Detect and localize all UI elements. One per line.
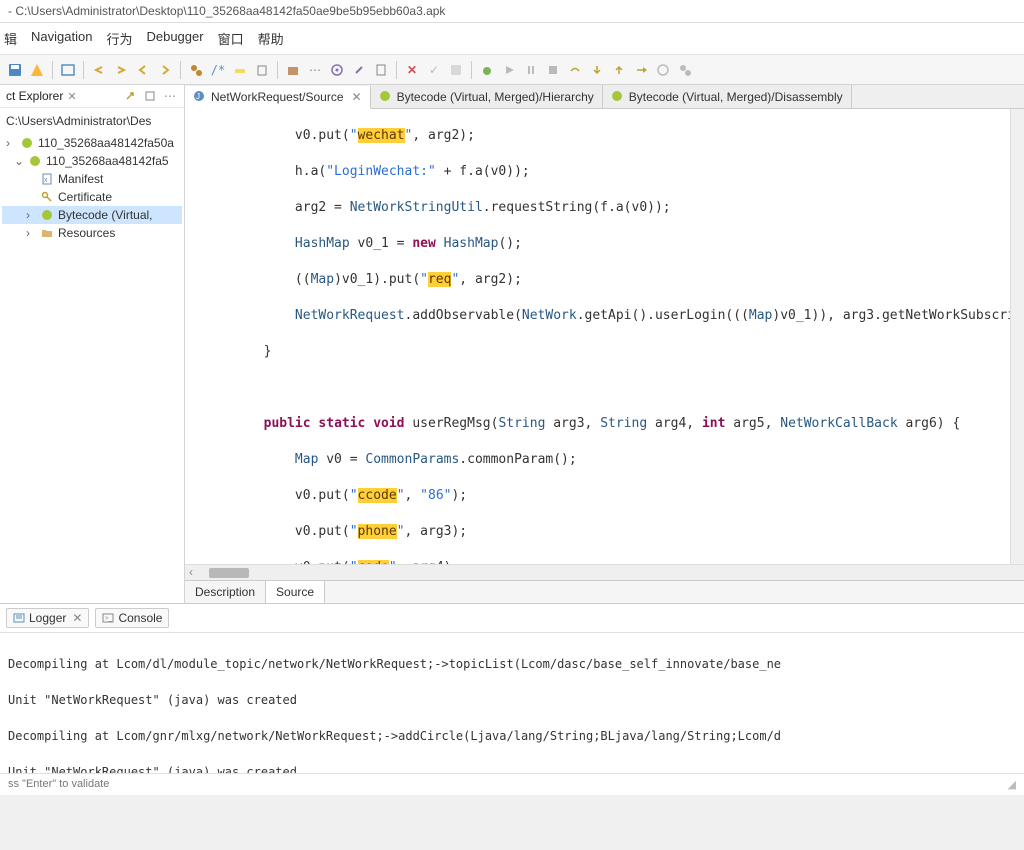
comment-icon[interactable]: /* (209, 61, 227, 79)
scroll-thumb[interactable] (209, 568, 249, 578)
resize-handle-icon[interactable]: ◢ (1008, 778, 1016, 791)
menu-debugger[interactable]: Debugger (146, 29, 203, 48)
chevron-down-icon[interactable]: ⌄ (14, 154, 24, 168)
tree-node-resources[interactable]: › Resources (2, 224, 182, 242)
svg-text:x: x (44, 177, 48, 184)
manifest-icon: x (40, 172, 54, 186)
play-icon[interactable] (500, 61, 518, 79)
pause-icon[interactable] (522, 61, 540, 79)
menu-edit[interactable]: 辑 (4, 29, 17, 48)
menu-window[interactable]: 窗口 (218, 29, 244, 48)
project-tree: › 110_35268aa48142fa50a ⌄ 110_35268aa481… (0, 132, 184, 244)
svg-text:>_: >_ (105, 616, 113, 622)
android-icon (40, 208, 54, 222)
menu-icon[interactable]: ⋯ (162, 88, 178, 104)
android-icon (28, 154, 42, 168)
bug-icon[interactable] (478, 61, 496, 79)
breakpoints-icon[interactable] (676, 61, 694, 79)
project-explorer: ct Explorer ✕ ⋯ C:\Users\Administrator\D… (0, 85, 185, 603)
console-icon: >_ (102, 612, 114, 624)
highlight-icon[interactable] (231, 61, 249, 79)
editor-tabs: J NetWorkRequest/Source ✕ Bytecode (Virt… (185, 85, 1024, 109)
tab-source[interactable]: J NetWorkRequest/Source ✕ (185, 86, 371, 109)
bottom-tabs: Description Source (185, 580, 1024, 603)
console-tab[interactable]: >_ Console (95, 608, 169, 628)
dots-icon[interactable]: ⋯ (306, 61, 324, 79)
menu-help[interactable]: 帮助 (258, 29, 284, 48)
project-path: C:\Users\Administrator\Des (0, 108, 184, 132)
android-icon (379, 90, 393, 104)
logger-tab[interactable]: Logger ✕ (6, 608, 89, 628)
redo-icon[interactable] (112, 61, 130, 79)
close-icon[interactable]: ✕ (67, 90, 76, 103)
key-icon (40, 190, 54, 204)
menu-behavior[interactable]: 行为 (106, 29, 132, 48)
tab-description[interactable]: Description (185, 581, 266, 603)
blank-icon[interactable] (447, 61, 465, 79)
step-over-icon[interactable] (566, 61, 584, 79)
log-icon (13, 612, 25, 624)
toolbar: /* ⋯ ✕ ✓ (0, 55, 1024, 85)
tree-node-certificate[interactable]: Certificate (2, 188, 182, 206)
stop-icon[interactable] (544, 61, 562, 79)
close-icon[interactable]: ✕ (352, 90, 362, 104)
check-icon[interactable]: ✓ (425, 61, 443, 79)
editor-area: J NetWorkRequest/Source ✕ Bytecode (Virt… (185, 85, 1024, 603)
source-code[interactable]: v0.put("wechat", arg2); h.a("LoginWechat… (185, 109, 1010, 564)
chevron-right-icon[interactable]: › (26, 208, 36, 222)
tab-source-bottom[interactable]: Source (266, 581, 325, 603)
overview-ruler[interactable] (1010, 109, 1024, 564)
warning-icon[interactable] (28, 61, 46, 79)
tab-hierarchy[interactable]: Bytecode (Virtual, Merged)/Hierarchy (371, 85, 603, 108)
undo-icon[interactable] (90, 61, 108, 79)
menu-navigation[interactable]: Navigation (31, 29, 92, 48)
chevron-right-icon[interactable]: › (26, 226, 36, 240)
tree-node-apk-root[interactable]: › 110_35268aa48142fa50a (2, 134, 182, 152)
window-icon[interactable] (59, 61, 77, 79)
cancel-icon[interactable]: ✕ (403, 61, 421, 79)
svg-text:J: J (196, 92, 200, 101)
java-icon: J (193, 90, 207, 104)
package-icon[interactable] (284, 61, 302, 79)
folder-icon (40, 226, 54, 240)
tree-node-bytecode[interactable]: › Bytecode (Virtual, (2, 206, 182, 224)
save-icon[interactable] (6, 61, 24, 79)
tree-node-apk[interactable]: ⌄ 110_35268aa48142fa5 (2, 152, 182, 170)
tree-node-manifest[interactable]: x Manifest (2, 170, 182, 188)
back-icon[interactable] (134, 61, 152, 79)
link-icon[interactable] (350, 61, 368, 79)
forward-icon[interactable] (156, 61, 174, 79)
target-icon[interactable] (328, 61, 346, 79)
menu-bar: 辑 Navigation 行为 Debugger 窗口 帮助 (0, 23, 1024, 55)
horizontal-scrollbar[interactable]: ‹ (185, 564, 1024, 580)
gears-icon[interactable] (187, 61, 205, 79)
explorer-title: ct Explorer (6, 89, 63, 103)
breakpoint-icon[interactable] (654, 61, 672, 79)
android-icon (611, 90, 625, 104)
status-bar: ss "Enter" to validate ◢ (0, 773, 1024, 795)
clip-icon[interactable] (372, 61, 390, 79)
logger-output[interactable]: Decompiling at Lcom/dl/module_topic/netw… (0, 633, 1024, 773)
filter-icon[interactable] (142, 88, 158, 104)
window-title: - C:\Users\Administrator\Desktop\110_352… (0, 0, 1024, 23)
tab-disassembly[interactable]: Bytecode (Virtual, Merged)/Disassembly (603, 85, 852, 108)
run-to-icon[interactable] (632, 61, 650, 79)
step-into-icon[interactable] (588, 61, 606, 79)
link-editor-icon[interactable] (122, 88, 138, 104)
logger-panel: Logger ✕ >_ Console Decompiling at Lcom/… (0, 603, 1024, 773)
android-icon (20, 136, 34, 150)
step-out-icon[interactable] (610, 61, 628, 79)
copy-icon[interactable] (253, 61, 271, 79)
close-icon[interactable]: ✕ (72, 611, 82, 625)
chevron-right-icon[interactable]: › (6, 136, 16, 150)
